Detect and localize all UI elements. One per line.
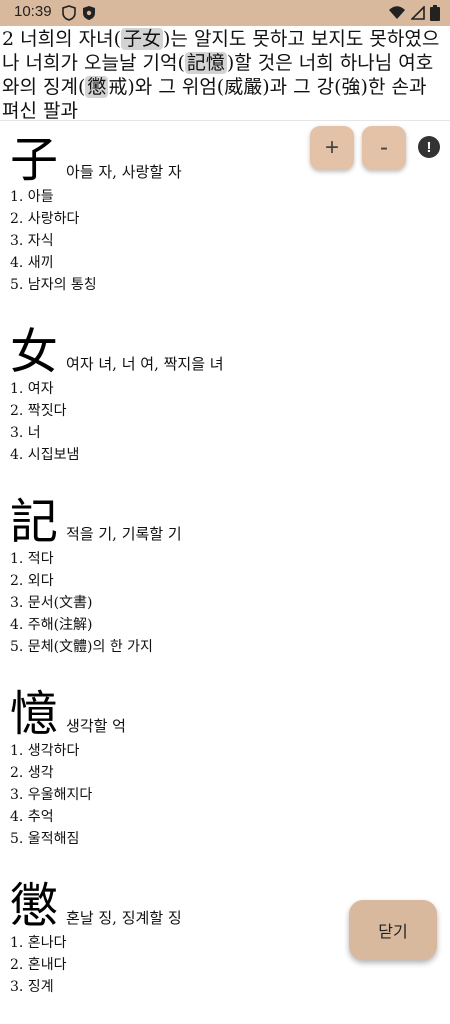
hanja-character: 女 bbox=[10, 324, 59, 380]
meaning-item: 4. 추억 bbox=[10, 809, 54, 825]
verse-text: 2 너희의 자녀(子女)는 알지도 못하고 보지도 못하였으나 너희가 오늘날 … bbox=[2, 27, 448, 123]
hanja-reading: 여자 녀, 너 여, 짝지을 녀 bbox=[66, 355, 224, 373]
hanja-reading: 적을 기, 기록할 기 bbox=[66, 525, 182, 543]
cellular-signal-icon bbox=[411, 6, 425, 20]
highlighted-word-2[interactable]: 記憶 bbox=[184, 52, 227, 74]
divider bbox=[0, 120, 450, 121]
meaning-item: 2. 외다 bbox=[10, 573, 54, 589]
meaning-item: 3. 징계 bbox=[10, 979, 54, 995]
meaning-item: 3. 너 bbox=[10, 425, 41, 441]
meaning-item: 5. 문체(文體)의 한 가지 bbox=[10, 639, 153, 655]
verse-segment-1: 너희의 자녀( bbox=[20, 28, 121, 50]
hanja-entry-header: 女 여자 녀, 너 여, 짝지을 녀 bbox=[10, 322, 440, 378]
hanja-character: 子 bbox=[10, 132, 59, 188]
hanja-entry: 憶 생각할 억 1. 생각하다 2. 생각 3. 우울해지다 4. 추억 5. 울적해짐 bbox=[10, 684, 440, 850]
hanja-reading: 아들 자, 사랑할 자 bbox=[66, 163, 182, 181]
meaning-item: 4. 주해(注解) bbox=[10, 617, 93, 633]
meaning-item: 4. 새끼 bbox=[10, 255, 54, 271]
meaning-item: 3. 문서(文書) bbox=[10, 595, 93, 611]
security-badge-icon bbox=[83, 6, 95, 20]
status-right-icons bbox=[388, 5, 440, 21]
highlighted-word-1[interactable]: 子女 bbox=[121, 28, 164, 50]
hanja-character: 憶 bbox=[10, 686, 59, 742]
meaning-item: 2. 사랑하다 bbox=[10, 211, 80, 227]
info-icon[interactable]: ! bbox=[418, 136, 440, 158]
meaning-item: 1. 생각하다 bbox=[10, 743, 80, 759]
meaning-item: 5. 남자의 통칭 bbox=[10, 277, 97, 293]
hanja-reading: 생각할 억 bbox=[66, 717, 126, 735]
meaning-item: 1. 적다 bbox=[10, 551, 54, 567]
meaning-item: 5. 울적해짐 bbox=[10, 831, 80, 847]
status-left-icons bbox=[62, 5, 96, 21]
meaning-item: 1. 아들 bbox=[10, 189, 54, 205]
meaning-item: 2. 생각 bbox=[10, 765, 54, 781]
dictionary-entries: 子 아들 자, 사랑할 자 1. 아들 2. 사랑하다 3. 자식 4. 새끼 5. 남자의… bbox=[10, 130, 440, 1024]
meaning-item: 3. 우울해지다 bbox=[10, 787, 93, 803]
verse-number: 2 bbox=[2, 28, 15, 50]
meaning-item: 4. 시집보냄 bbox=[10, 447, 80, 463]
shield-icon bbox=[62, 5, 76, 21]
close-button[interactable]: 닫기 bbox=[349, 900, 437, 960]
meaning-item: 2. 짝짓다 bbox=[10, 403, 67, 419]
hanja-character: 懲 bbox=[10, 878, 59, 934]
zoom-out-button[interactable]: - bbox=[362, 126, 406, 170]
meaning-item: 1. 여자 bbox=[10, 381, 54, 397]
status-time: 10:39 bbox=[14, 3, 52, 20]
status-bar: 10:39 bbox=[0, 0, 450, 26]
hanja-character: 記 bbox=[10, 494, 59, 550]
wifi-icon bbox=[389, 6, 405, 19]
highlighted-word-3[interactable]: 懲 bbox=[85, 76, 109, 98]
hanja-entry-header: 記 적을 기, 기록할 기 bbox=[10, 492, 440, 548]
hanja-entry-header: 憶 생각할 억 bbox=[10, 684, 440, 740]
battery-icon bbox=[430, 5, 440, 21]
zoom-in-button[interactable]: + bbox=[310, 126, 354, 170]
hanja-entry: 女 여자 녀, 너 여, 짝지을 녀 1. 여자 2. 짝짓다 3. 너 4. 시집보냄 bbox=[10, 322, 440, 466]
hanja-entry: 記 적을 기, 기록할 기 1. 적다 2. 외다 3. 문서(文書) 4. 주해(注解)… bbox=[10, 492, 440, 658]
hanja-reading: 혼날 징, 징계할 징 bbox=[66, 909, 182, 927]
meaning-item: 3. 자식 bbox=[10, 233, 54, 249]
